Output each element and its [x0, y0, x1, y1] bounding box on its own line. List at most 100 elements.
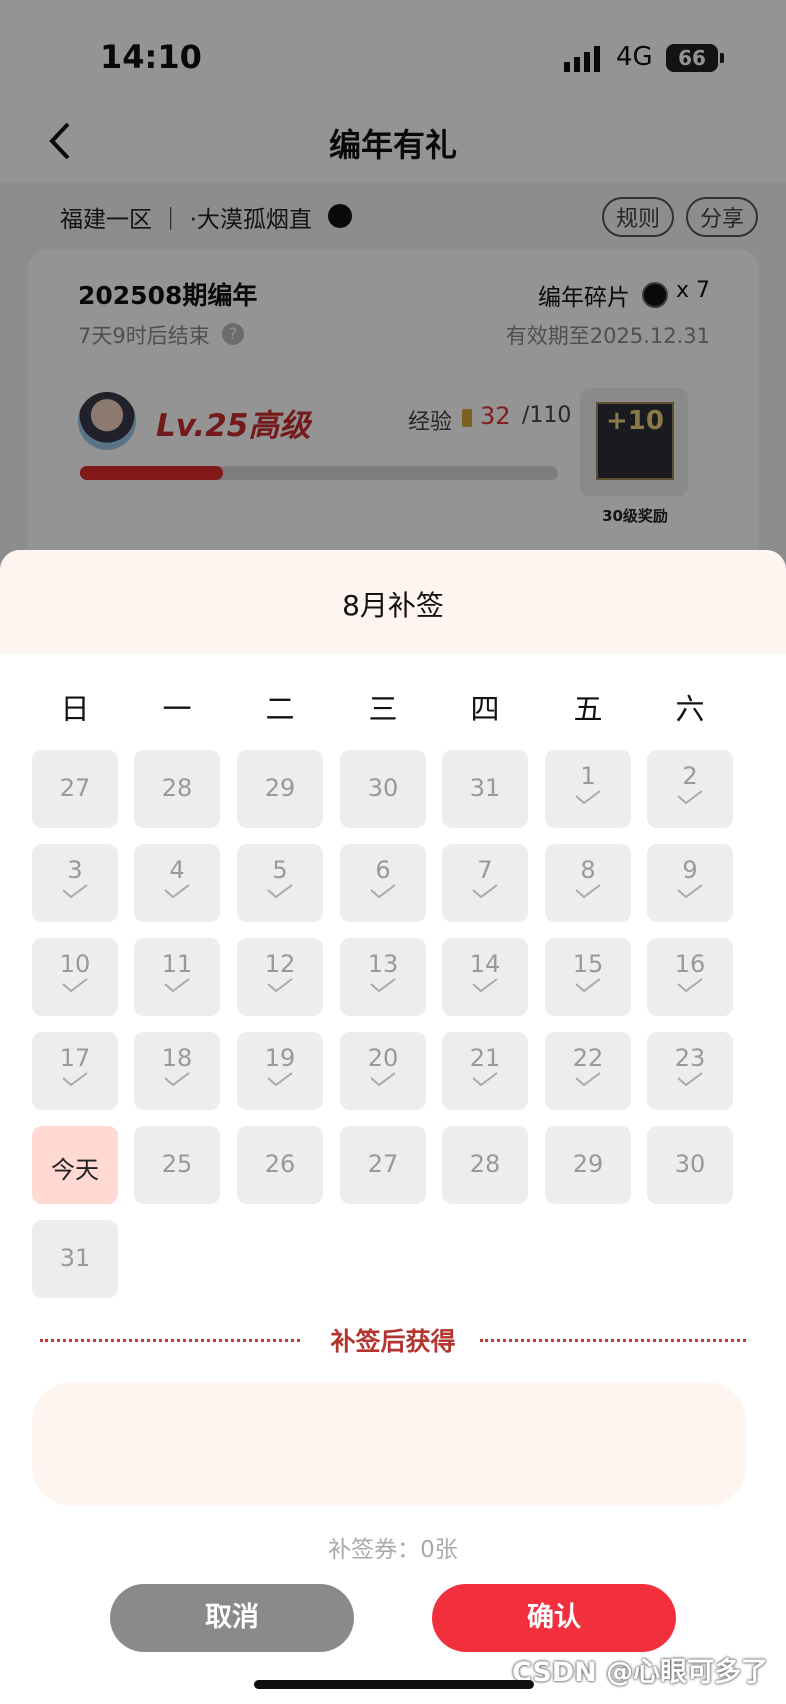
calendar-day-number: 31	[59, 1244, 91, 1272]
calendar-day[interactable]: 29	[237, 750, 323, 828]
calendar-day[interactable]: 21	[442, 1032, 528, 1110]
calendar-day[interactable]: 22	[545, 1032, 631, 1110]
calendar-day[interactable]: 15	[545, 938, 631, 1016]
check-icon	[62, 978, 88, 992]
calendar-day[interactable]: 16	[647, 938, 733, 1016]
calendar-day[interactable]: 6	[340, 844, 426, 922]
check-icon	[370, 884, 396, 898]
check-icon	[164, 978, 190, 992]
check-icon	[267, 1072, 293, 1086]
calendar-day[interactable]: 2	[647, 750, 733, 828]
calendar-day-number: 31	[469, 774, 501, 802]
makeup-sign-sheet: 8月补签 日一二三四五六 27 28 29 30 31 1 2 3 4 5 6 7 8 9 10 11 12 13…	[0, 550, 786, 1704]
calendar-day[interactable]: 31	[442, 750, 528, 828]
calendar-day[interactable]: 14	[442, 938, 528, 1016]
calendar-day-number: 14	[469, 950, 501, 978]
calendar-day[interactable]: 19	[237, 1032, 323, 1110]
earn-label: 补签后获得	[330, 1327, 456, 1356]
calendar-day[interactable]: 26	[237, 1126, 323, 1204]
check-icon	[370, 978, 396, 992]
calendar-day[interactable]: 18	[134, 1032, 220, 1110]
weekday-label: 一	[162, 692, 192, 726]
calendar-day[interactable]: 31	[32, 1220, 118, 1298]
calendar-day-number: 27	[59, 774, 91, 802]
check-icon	[472, 978, 498, 992]
calendar-day-today[interactable]: 今天	[32, 1126, 118, 1204]
calendar-day-number: 25	[161, 1150, 193, 1178]
calendar-day[interactable]: 17	[32, 1032, 118, 1110]
confirm-button[interactable]: 确认	[432, 1584, 676, 1652]
calendar-day[interactable]: 23	[647, 1032, 733, 1110]
calendar-day[interactable]: 4	[134, 844, 220, 922]
cancel-button[interactable]: 取消	[110, 1584, 354, 1652]
calendar-day-number: 8	[580, 856, 596, 884]
calendar-day[interactable]: 8	[545, 844, 631, 922]
calendar-day-number: 1	[580, 762, 596, 790]
check-icon	[575, 884, 601, 898]
check-icon	[575, 1072, 601, 1086]
check-icon	[677, 884, 703, 898]
calendar-day[interactable]: 12	[237, 938, 323, 1016]
calendar-day-number: 29	[572, 1150, 604, 1178]
calendar-day-number: 23	[674, 1044, 706, 1072]
calendar-day[interactable]: 13	[340, 938, 426, 1016]
calendar-day-number: 16	[674, 950, 706, 978]
check-icon	[62, 1072, 88, 1086]
check-icon	[677, 1072, 703, 1086]
calendar-day[interactable]: 5	[237, 844, 323, 922]
check-icon	[267, 978, 293, 992]
calendar-day[interactable]: 7	[442, 844, 528, 922]
calendar-day-number: 3	[67, 856, 83, 884]
check-icon	[62, 884, 88, 898]
ticket-count: 补签券：0张	[328, 1537, 458, 1563]
watermark: CSDN @心眼可多了	[512, 1657, 769, 1688]
calendar-day-number: 5	[272, 856, 288, 884]
weekday-label: 三	[368, 692, 398, 726]
weekday-label: 二	[265, 692, 295, 726]
calendar-day-number: 11	[161, 950, 193, 978]
check-icon	[677, 790, 703, 804]
check-icon	[472, 1072, 498, 1086]
calendar-day[interactable]: 3	[32, 844, 118, 922]
calendar-day-number: 10	[59, 950, 91, 978]
calendar-day-number: 18	[161, 1044, 193, 1072]
calendar-day[interactable]: 1	[545, 750, 631, 828]
calendar-day-number: 15	[572, 950, 604, 978]
calendar-day-number: 20	[367, 1044, 399, 1072]
calendar-day-number: 30	[674, 1150, 706, 1178]
calendar-day-number: 28	[469, 1150, 501, 1178]
calendar-day[interactable]: 20	[340, 1032, 426, 1110]
calendar-day-number: 22	[572, 1044, 604, 1072]
calendar-day[interactable]: 28	[442, 1126, 528, 1204]
calendar-day-number: 30	[367, 774, 399, 802]
calendar-day[interactable]: 30	[647, 1126, 733, 1204]
weekday-label: 六	[675, 692, 705, 726]
calendar-day-number: 4	[169, 856, 185, 884]
calendar-day[interactable]: 9	[647, 844, 733, 922]
weekday-label: 五	[573, 692, 603, 726]
calendar-day-number: 17	[59, 1044, 91, 1072]
calendar-day[interactable]: 28	[134, 750, 220, 828]
weekday-label: 四	[470, 692, 500, 726]
calendar-day[interactable]: 10	[32, 938, 118, 1016]
calendar-day-number: 7	[477, 856, 493, 884]
check-icon	[267, 884, 293, 898]
calendar-day-number: 13	[367, 950, 399, 978]
calendar-day-number: 29	[264, 774, 296, 802]
calendar-day-number: 19	[264, 1044, 296, 1072]
calendar-day[interactable]: 30	[340, 750, 426, 828]
calendar-day[interactable]: 27	[32, 750, 118, 828]
calendar-day[interactable]: 25	[134, 1126, 220, 1204]
calendar-day-number: 6	[375, 856, 391, 884]
calendar-day[interactable]: 29	[545, 1126, 631, 1204]
calendar-day-number: 2	[682, 762, 698, 790]
home-indicator[interactable]	[254, 1680, 534, 1689]
calendar-day[interactable]: 27	[340, 1126, 426, 1204]
calendar-day[interactable]: 11	[134, 938, 220, 1016]
calendar-day-number: 21	[469, 1044, 501, 1072]
check-icon	[164, 884, 190, 898]
check-icon	[164, 1072, 190, 1086]
weekday-label: 日	[60, 692, 90, 726]
calendar-day-number: 今天	[51, 1156, 99, 1184]
check-icon	[677, 978, 703, 992]
